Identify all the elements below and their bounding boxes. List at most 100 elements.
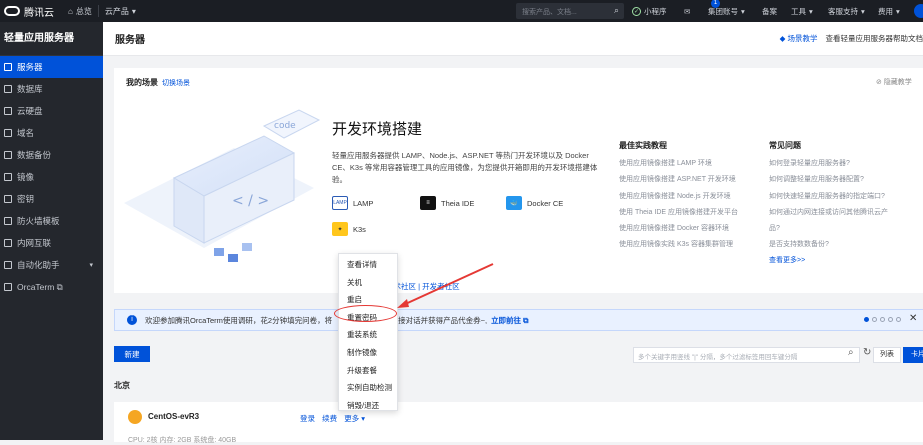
app-label: Docker CE — [527, 199, 563, 208]
tools-menu[interactable]: 工具 ▾ — [791, 0, 813, 22]
faq-link[interactable]: 如何调整轻量应用服务器配置? — [769, 172, 888, 188]
menu-item-self-check[interactable]: 实例自助检测 — [339, 379, 397, 397]
app-lamp[interactable]: LAMPLAMP — [332, 196, 373, 210]
switch-scene-link[interactable]: 切换场景 — [162, 78, 190, 88]
survey-notice: i 欢迎参加腾讯OrcaTerm使用调研，花2分钟填完问卷，将 接对话并获得产品… — [114, 309, 923, 331]
carousel-dot[interactable] — [888, 317, 893, 322]
sidebar-item-database[interactable]: 数据库 — [0, 78, 103, 100]
best-practice-link[interactable]: 使用应用镜像搭建 Node.js 开发环境 — [619, 189, 738, 205]
refresh-icon[interactable]: ↻ — [863, 347, 871, 358]
menu-item-create-image[interactable]: 制作镜像 — [339, 344, 397, 362]
tencent-cloud-logo[interactable]: 腾讯云 — [0, 4, 62, 19]
renew-link[interactable]: 续费 — [322, 414, 337, 423]
faq-title: 常见问题 — [769, 138, 888, 154]
new-instance-button[interactable]: 新建 — [114, 346, 150, 362]
instance-more-menu: 查看详情 关机 重启 重置密码 重装系统 制作镜像 升级套餐 实例自助检测 销毁… — [338, 253, 398, 411]
app-docker[interactable]: 🐳Docker CE — [506, 196, 563, 210]
home-icon: ⌂ — [68, 7, 73, 16]
faq-link[interactable]: 是否支持数数备份? — [769, 237, 888, 253]
close-icon[interactable]: ✕ — [909, 313, 917, 324]
best-practice-link[interactable]: 使用应用镜像搭建 Docker 容器环境 — [619, 221, 738, 237]
top-navigation-bar: 腾讯云 ⌂ 总览 云产品 ▾ — [0, 0, 923, 22]
products-label: 云产品 — [105, 6, 129, 17]
sidebar-item-domain[interactable]: 域名 — [0, 122, 103, 144]
menu-item-shutdown[interactable]: 关机 — [339, 274, 397, 292]
hide-tutorial-button[interactable]: ⊘ 隐藏教学 — [876, 77, 912, 87]
carousel-dot[interactable] — [880, 317, 885, 322]
sidebar-item-orcaterm[interactable]: OrcaTerm ⧉ — [0, 276, 103, 298]
message-button[interactable]: ✉ — [684, 0, 690, 22]
avatar[interactable] — [914, 4, 923, 18]
best-practice-link[interactable]: 使用应用镜像搭建 ASP.NET 开发环境 — [619, 172, 738, 188]
annotation-arrow — [395, 262, 495, 312]
backup-icon — [4, 151, 12, 159]
faq-link[interactable]: 如何通过内网连接或访问其他腾讯云产 — [769, 205, 888, 221]
best-practice-link[interactable]: 使用应用镜像搭建 LAMP 环境 — [619, 156, 738, 172]
carousel-dot[interactable] — [896, 317, 901, 322]
sidebar-item-automation[interactable]: 自动化助手▾ — [0, 254, 103, 276]
best-practice-link[interactable]: 使用应用镜像实践 K3s 容器集群管理 — [619, 237, 738, 253]
app-label: Theia IDE — [441, 199, 474, 208]
beian-link[interactable]: 备案 — [762, 0, 777, 22]
sidebar: 轻量应用服务器 服务器 数据库 云硬盘 域名 数据备份 镜像 密钥 防火墙模板 … — [0, 22, 103, 440]
home-link[interactable]: ⌂ 总览 — [62, 6, 98, 17]
page-title: 服务器 — [115, 31, 145, 46]
sidebar-item-disk[interactable]: 云硬盘 — [0, 100, 103, 122]
best-practice-link[interactable]: 使用 Theia IDE 应用镜像搭建开发平台 — [619, 205, 738, 221]
tutorial-label: 场景教学 — [788, 34, 818, 43]
app-k3s[interactable]: ✦K3s — [332, 222, 366, 236]
faq-link[interactable]: 品? — [769, 221, 888, 237]
sidebar-item-key[interactable]: 密钥 — [0, 188, 103, 210]
scene-description: 轻量应用服务器提供 LAMP、Node.js、ASP.NET 等热门开发环境以及… — [332, 150, 607, 186]
instance-name: CentOS-evR3 — [148, 412, 199, 421]
more-menu-trigger[interactable]: 更多 ▾ — [344, 414, 365, 423]
brand-name: 腾讯云 — [24, 4, 54, 19]
list-view-button[interactable]: 列表 — [873, 347, 901, 363]
sidebar-item-image[interactable]: 镜像 — [0, 166, 103, 188]
menu-item-upgrade[interactable]: 升级套餐 — [339, 362, 397, 380]
sidebar-item-label: 内网互联 — [17, 237, 51, 249]
header-links: ◆ 场景教学 查看轻量应用服务器帮助文档 — [780, 33, 923, 44]
tutorial-link[interactable]: ◆ 场景教学 — [780, 33, 818, 44]
carousel-dot[interactable] — [872, 317, 877, 322]
sidebar-item-network[interactable]: 内网互联 — [0, 232, 103, 254]
faq: 常见问题 如何登录轻量应用服务器? 如何调整轻量应用服务器配置? 如何快速轻量应… — [769, 138, 888, 270]
sidebar-item-backup[interactable]: 数据备份 — [0, 144, 103, 166]
login-link[interactable]: 登录 — [300, 414, 315, 423]
products-menu[interactable]: 云产品 ▾ — [99, 6, 142, 17]
sidebar-title: 轻量应用服务器 — [0, 22, 103, 56]
search-icon[interactable]: ⌕ — [614, 5, 619, 16]
server-icon — [4, 63, 12, 71]
account-menu[interactable]: 集团账号 ▾ — [708, 0, 745, 22]
sidebar-item-label: 密钥 — [17, 193, 34, 205]
billing-menu[interactable]: 费用 ▾ — [878, 0, 900, 22]
mini-program-icon: ✓ — [632, 7, 641, 16]
faq-more-link[interactable]: 查看更多>> — [769, 253, 888, 269]
firewall-icon — [4, 217, 12, 225]
filter-input[interactable]: 多个关键字用竖线 "|" 分隔，多个过滤标签用回车键分隔 — [633, 347, 860, 363]
menu-item-destroy[interactable]: 销毁/退还 — [339, 397, 397, 415]
search-icon[interactable]: ⌕ — [848, 347, 854, 358]
app-theia[interactable]: ≡ Theia IDE — [420, 196, 474, 210]
menu-item-view-details[interactable]: 查看详情 — [339, 256, 397, 274]
scene-title: 开发环境搭建 — [332, 118, 422, 139]
faq-link[interactable]: 如何登录轻量应用服务器? — [769, 156, 888, 172]
search-placeholder: 搜索产品、文档... — [522, 9, 577, 16]
support-menu[interactable]: 客服支持 ▾ — [828, 0, 865, 22]
sidebar-item-server[interactable]: 服务器 — [0, 56, 103, 78]
notice-link[interactable]: 立即前往 ⧉ — [491, 315, 528, 326]
mini-program-link[interactable]: ✓ 小程序 — [632, 0, 667, 22]
faq-link[interactable]: 如何快速轻量应用服务器的指定端口? — [769, 189, 888, 205]
card-view-button[interactable]: 卡片 — [903, 347, 923, 363]
sidebar-item-firewall[interactable]: 防火墙模板 — [0, 210, 103, 232]
disk-icon — [4, 107, 12, 115]
chevron-down-icon: ▾ — [132, 7, 136, 16]
carousel-dots[interactable] — [864, 317, 901, 322]
carousel-dot[interactable] — [864, 317, 869, 322]
menu-item-reinstall[interactable]: 重装系统 — [339, 326, 397, 344]
k3s-icon: ✦ — [332, 222, 348, 236]
chevron-down-icon: ▾ — [89, 261, 93, 269]
search-input[interactable]: 搜索产品、文档... ⌕ — [516, 3, 624, 19]
help-doc-link[interactable]: 查看轻量应用服务器帮助文档 — [826, 33, 923, 44]
theia-icon: ≡ — [420, 196, 436, 210]
